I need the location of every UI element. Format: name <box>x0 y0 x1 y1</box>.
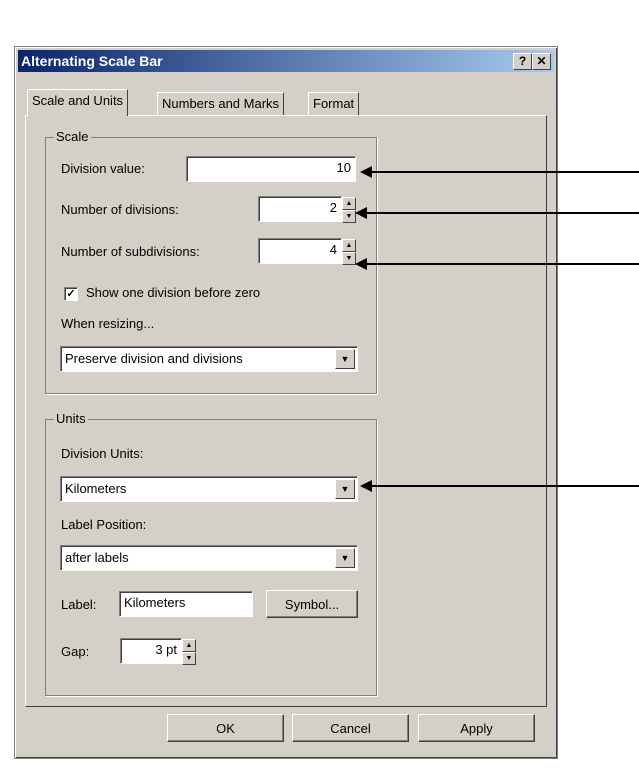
help-button[interactable]: ? <box>513 53 532 70</box>
gap-label: Gap: <box>61 644 90 659</box>
division-units-value: Kilometers <box>65 481 127 496</box>
ok-button[interactable]: OK <box>167 714 284 742</box>
dialog-title: Alternating Scale Bar <box>21 53 163 69</box>
label-position-value: after labels <box>65 550 129 565</box>
when-resizing-value: Preserve division and divisions <box>65 351 243 366</box>
spin-up-icon[interactable]: ▲ <box>342 239 356 252</box>
label-input[interactable]: Kilometers <box>119 591 253 617</box>
division-units-select[interactable]: Kilometers ▼ <box>60 476 358 502</box>
scale-bar-dialog: Alternating Scale Bar ? ✕ Scale and Unit… <box>14 46 558 759</box>
division-value-input[interactable]: 10 <box>186 156 356 182</box>
number-of-divisions-spinner[interactable]: ▲ ▼ <box>342 197 356 223</box>
spin-up-icon[interactable]: ▲ <box>342 197 356 210</box>
number-of-divisions-label: Number of divisions: <box>61 202 179 217</box>
label-label: Label: <box>61 597 97 612</box>
label-position-label: Label Position: <box>61 517 147 532</box>
number-of-subdivisions-spinner[interactable]: ▲ ▼ <box>342 239 356 265</box>
number-of-subdivisions-label: Number of subdivisions: <box>61 244 200 259</box>
show-one-division-checkbox[interactable]: ✓ <box>64 287 78 301</box>
chevron-down-icon[interactable]: ▼ <box>335 349 355 369</box>
spin-down-icon[interactable]: ▼ <box>342 210 356 223</box>
callout-line <box>365 263 639 265</box>
callout-line <box>370 171 639 173</box>
when-resizing-select[interactable]: Preserve division and divisions ▼ <box>60 346 358 372</box>
chevron-down-icon[interactable]: ▼ <box>335 548 355 568</box>
number-of-subdivisions-input[interactable]: 4 <box>258 238 342 264</box>
show-one-division-label: Show one division before zero <box>86 285 261 300</box>
title-bar[interactable]: Alternating Scale Bar ? ✕ <box>18 50 554 72</box>
spin-up-icon[interactable]: ▲ <box>182 639 196 652</box>
division-value-label: Division value: <box>61 161 145 176</box>
tab-numbers-and-marks[interactable]: Numbers and Marks <box>157 92 285 116</box>
spin-down-icon[interactable]: ▼ <box>182 652 196 665</box>
cancel-button[interactable]: Cancel <box>292 714 409 742</box>
tab-format[interactable]: Format <box>308 92 360 116</box>
units-group: Units Division Units: Kilometers ▼ Label… <box>45 411 377 696</box>
symbol-button[interactable]: Symbol... <box>266 590 358 618</box>
tab-scale-and-units[interactable]: Scale and Units <box>27 89 129 116</box>
number-of-divisions-input[interactable]: 2 <box>258 196 342 222</box>
callout-line <box>370 485 639 487</box>
scale-legend: Scale <box>54 129 91 144</box>
gap-spinner[interactable]: ▲ ▼ <box>182 639 196 665</box>
chevron-down-icon[interactable]: ▼ <box>335 479 355 499</box>
gap-input[interactable]: 3 pt <box>120 638 182 664</box>
division-units-label: Division Units: <box>61 446 144 461</box>
scale-group: Scale Division value: 10 Number of divis… <box>45 129 377 394</box>
units-legend: Units <box>54 411 88 426</box>
apply-button[interactable]: Apply <box>418 714 535 742</box>
spin-down-icon[interactable]: ▼ <box>342 252 356 265</box>
label-position-select[interactable]: after labels ▼ <box>60 545 358 571</box>
when-resizing-label: When resizing... <box>61 316 155 331</box>
callout-line <box>365 212 639 214</box>
close-button[interactable]: ✕ <box>532 53 551 70</box>
